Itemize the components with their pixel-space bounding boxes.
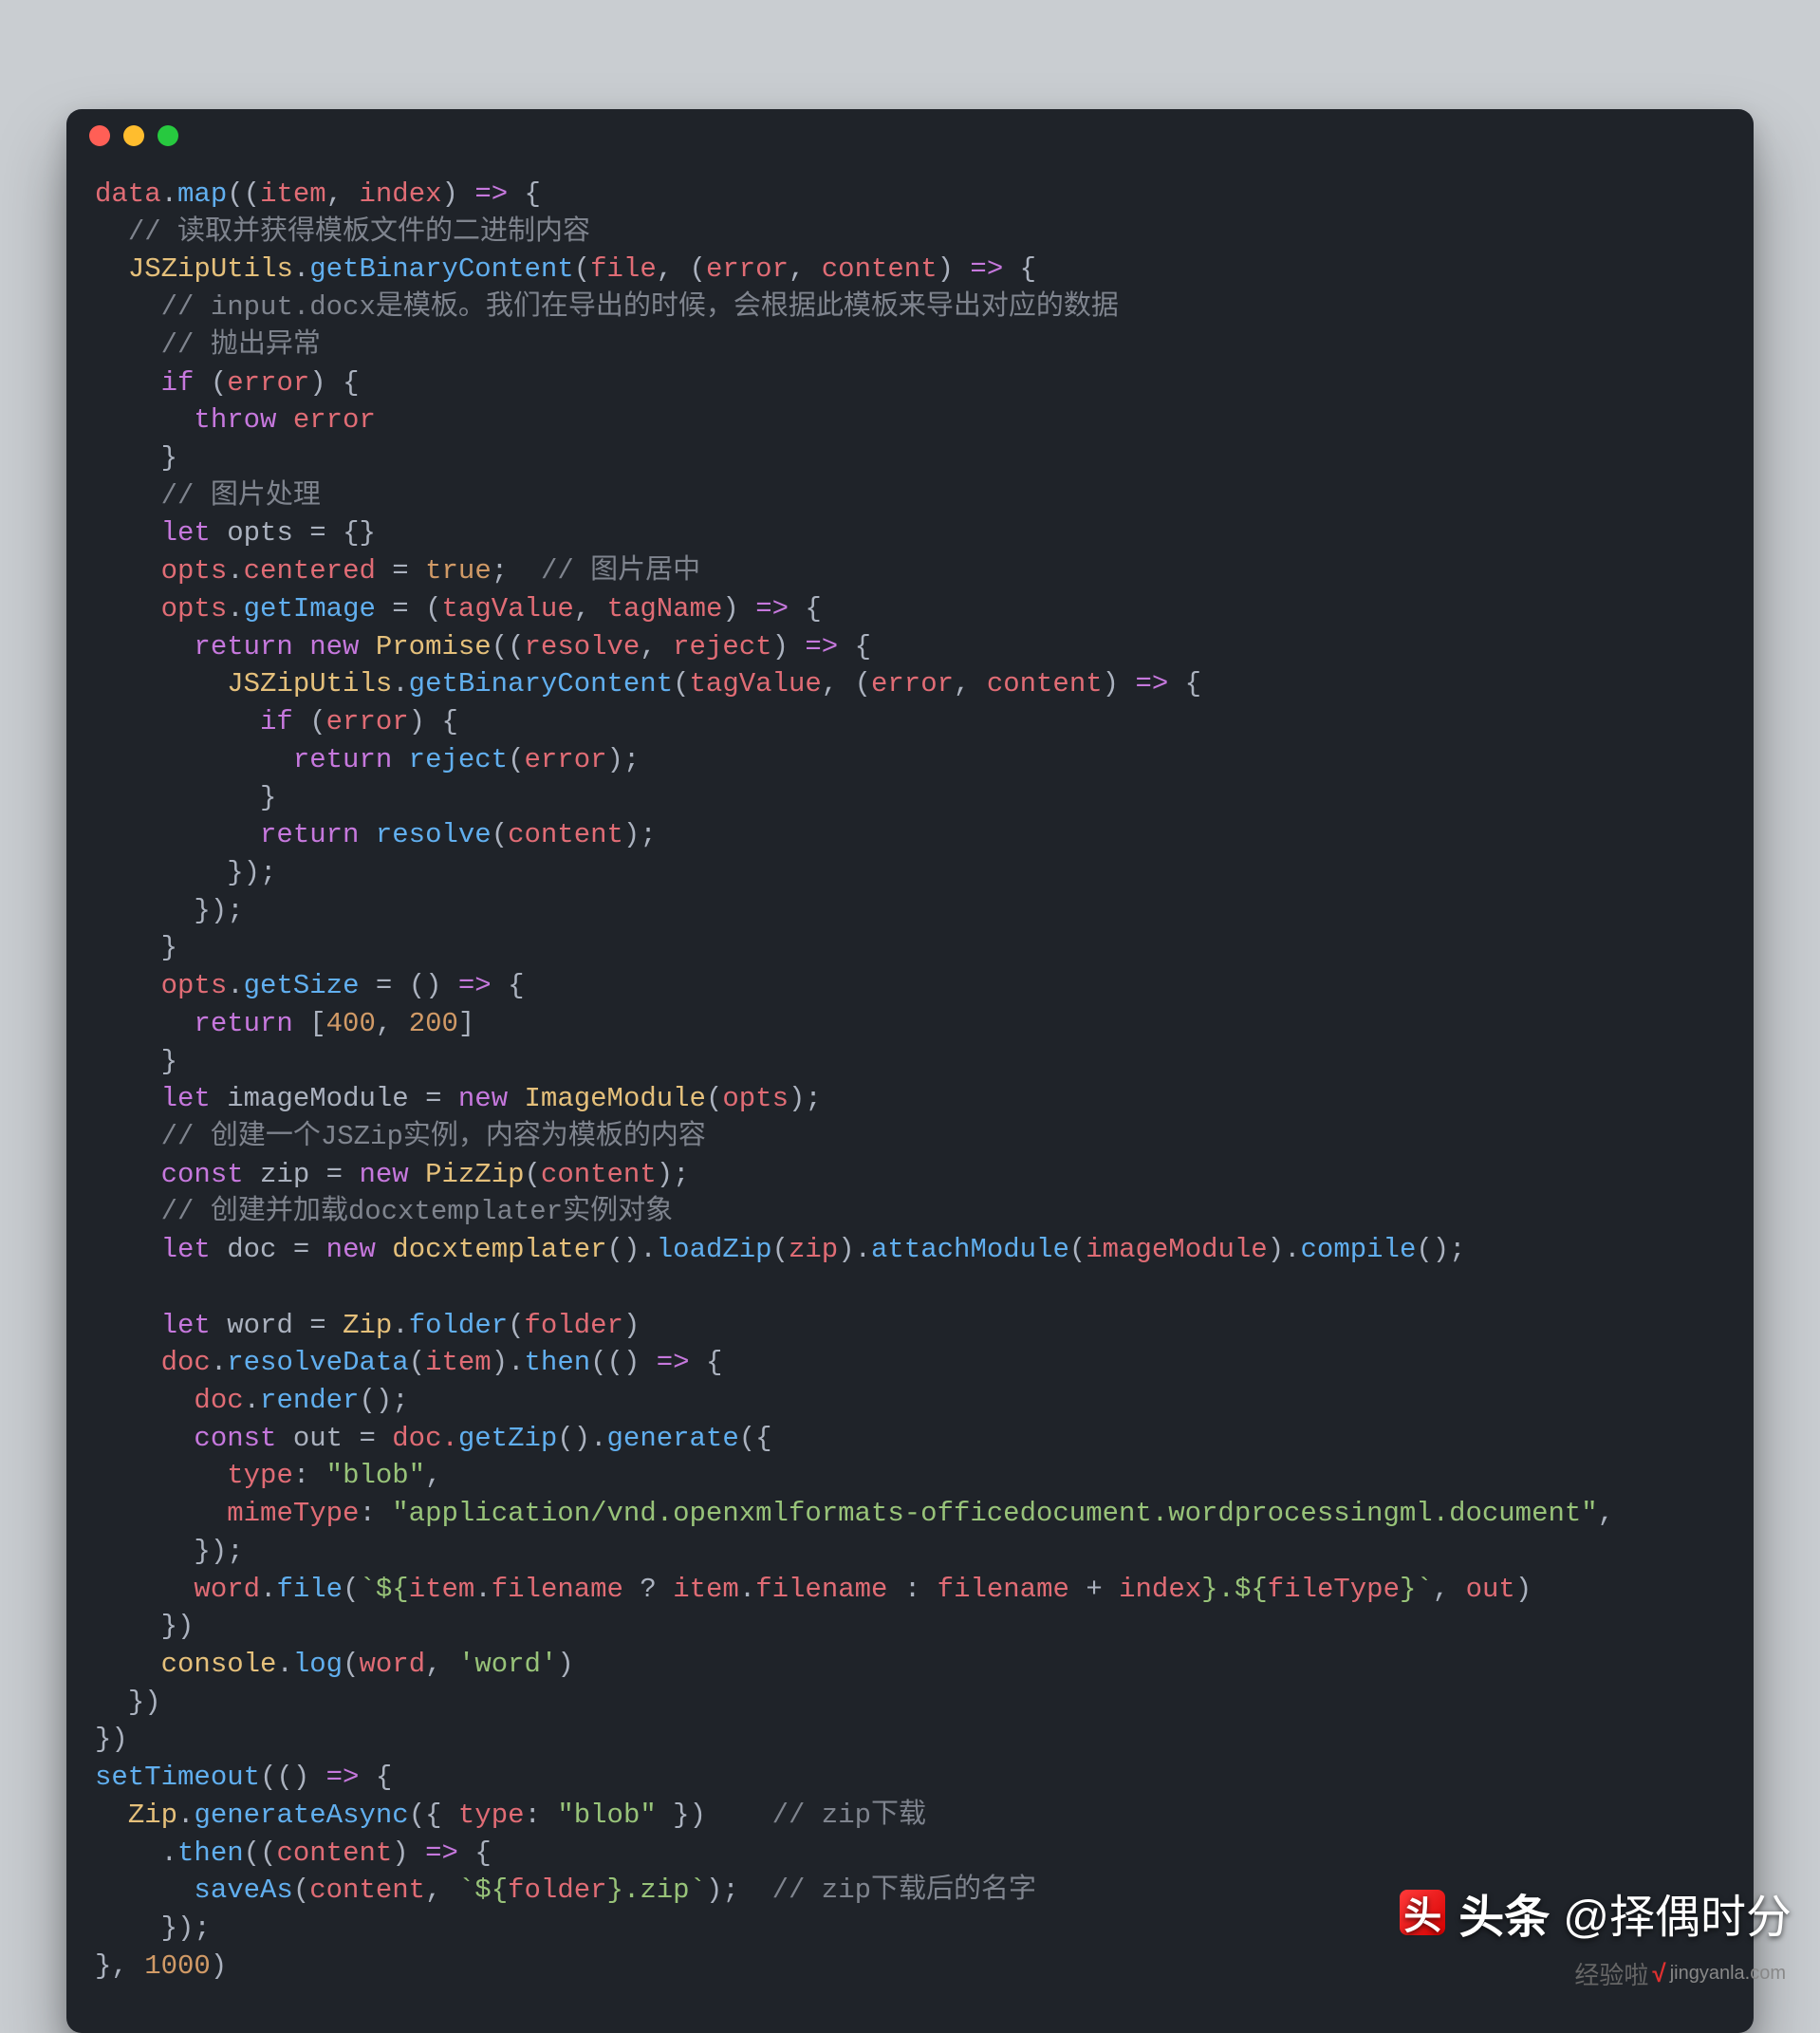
window-titlebar [66, 109, 1754, 162]
check-icon: √ [1652, 1959, 1665, 1988]
watermark-handle: @择偶时分 [1563, 1879, 1792, 1946]
watermark-label: 头条 [1458, 1879, 1550, 1946]
close-icon[interactable] [89, 125, 110, 146]
window-controls [89, 125, 178, 146]
toutiao-icon: 头 [1400, 1890, 1445, 1935]
watermark-site: 经验啦 √ jingyanla.com [1574, 1956, 1786, 1991]
code-token: data [95, 178, 161, 210]
minimize-icon[interactable] [123, 125, 144, 146]
editor-window: data.map((item, index) => { // 读取并获得模板文件… [66, 109, 1754, 2033]
watermark-brand: 经验啦 [1574, 1956, 1648, 1991]
watermark-author: 头 头条 @择偶时分 [1400, 1879, 1792, 1946]
watermark-domain: jingyanla.com [1670, 1963, 1786, 1985]
maximize-icon[interactable] [158, 125, 178, 146]
code-content[interactable]: data.map((item, index) => { // 读取并获得模板文件… [66, 162, 1754, 2033]
